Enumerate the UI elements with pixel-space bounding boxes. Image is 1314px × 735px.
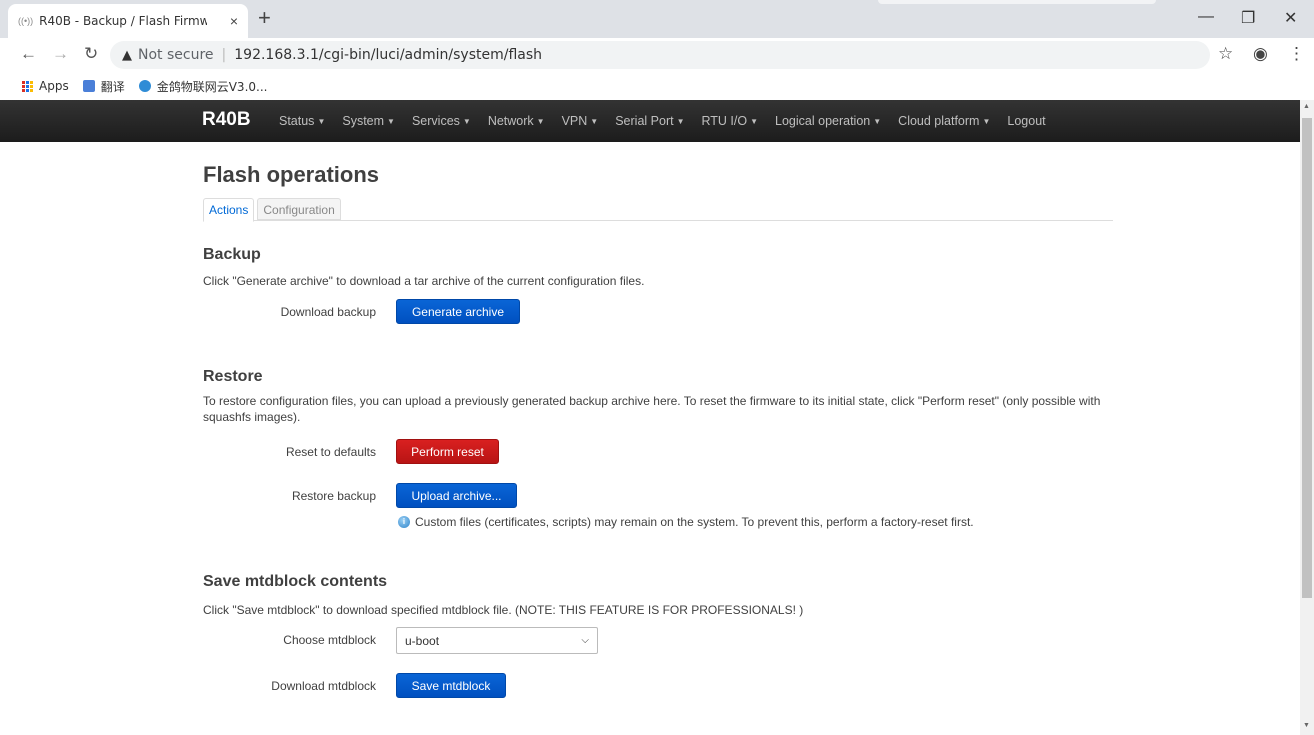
browser-tabstrip: ((•)) R40B - Backup / Flash Firmwar × + … xyxy=(0,0,1314,38)
top-navbar: R40B Status ▼ System ▼ Services ▼ Network ▼ … xyxy=(0,100,1300,142)
menu-logical-operation[interactable]: Logical operation ▼ xyxy=(775,114,881,128)
apps-grid-icon xyxy=(22,80,33,92)
save-mtdblock-button[interactable]: Save mtdblock xyxy=(396,673,506,698)
bookmark-star-icon[interactable]: ☆ xyxy=(1218,44,1233,64)
mtdblock-description: Click "Save mtdblock" to download specif… xyxy=(203,603,804,617)
back-arrow-icon[interactable]: ← xyxy=(20,44,37,64)
page-tabs: Actions Configuration xyxy=(203,198,1113,222)
download-mtdblock-label: Download mtdblock xyxy=(271,679,376,693)
main-menu: Status ▼ System ▼ Services ▼ Network ▼ VPN ▼ … xyxy=(279,100,1063,142)
tab-title: R40B - Backup / Flash Firmwar xyxy=(39,14,208,28)
menu-system[interactable]: System ▼ xyxy=(342,114,395,128)
tab-configuration[interactable]: Configuration xyxy=(257,198,341,220)
mtdblock-heading: Save mtdblock contents xyxy=(203,573,388,590)
restore-backup-label: Restore backup xyxy=(291,489,376,503)
browser-toolbar: ← → ↻ ▲ Not secure | 192.168.3.1/cgi-bin… xyxy=(0,38,1314,72)
mtdblock-select[interactable]: u-boot ⌵ xyxy=(396,627,598,654)
perform-reset-button[interactable]: Perform reset xyxy=(396,439,499,464)
chevron-down-icon: ⌵ xyxy=(581,635,589,646)
bookmark-cloud[interactable]: 金鸽物联网云V3.0... xyxy=(138,78,268,95)
forward-arrow-icon[interactable]: → xyxy=(52,44,69,64)
bookmarks-bar: Apps 翻译 金鸽物联网云V3.0... xyxy=(0,72,1314,100)
mtdblock-selected-value: u-boot xyxy=(405,633,440,648)
profile-avatar-icon[interactable]: ◉ xyxy=(1253,44,1268,64)
bookmark-label: Apps xyxy=(39,79,69,93)
caret-down-icon: ▼ xyxy=(317,117,326,126)
restore-window-icon[interactable]: ❐ xyxy=(1241,8,1255,28)
menu-vpn[interactable]: VPN ▼ xyxy=(562,114,599,128)
close-tab-icon[interactable]: × xyxy=(230,13,238,29)
menu-status[interactable]: Status ▼ xyxy=(279,114,325,128)
choose-mtdblock-label: Choose mtdblock xyxy=(283,633,376,647)
backup-heading: Backup xyxy=(203,246,261,263)
brand-logo[interactable]: R40B xyxy=(202,109,251,131)
tab-search-pill xyxy=(878,0,1156,4)
close-window-icon[interactable]: ✕ xyxy=(1284,8,1297,28)
page-title: Flash operations xyxy=(203,162,380,187)
backup-description: Click "Generate archive" to download a t… xyxy=(203,274,645,288)
translate-icon xyxy=(82,80,95,92)
reload-icon[interactable]: ↻ xyxy=(84,44,98,64)
info-icon: i xyxy=(398,516,410,528)
page-scrollbar[interactable]: ▲ ▼ xyxy=(1300,100,1314,735)
menu-network[interactable]: Network ▼ xyxy=(488,114,545,128)
restore-hint: i Custom files (certificates, scripts) m… xyxy=(398,515,974,529)
caret-down-icon: ▼ xyxy=(462,117,471,126)
bookmark-label: 翻译 xyxy=(100,79,125,94)
browser-tab[interactable]: ((•)) R40B - Backup / Flash Firmwar × xyxy=(8,4,248,38)
menu-cloud-platform[interactable]: Cloud platform ▼ xyxy=(898,114,990,128)
menu-logout[interactable]: Logout xyxy=(1007,114,1045,128)
restore-hint-text: Custom files (certificates, scripts) may… xyxy=(415,515,974,529)
generate-archive-button[interactable]: Generate archive xyxy=(396,299,520,324)
caret-down-icon: ▼ xyxy=(536,117,545,126)
caret-down-icon: ▼ xyxy=(750,117,759,126)
menu-services[interactable]: Services ▼ xyxy=(412,114,471,128)
reset-to-defaults-label: Reset to defaults xyxy=(285,445,376,459)
menu-serial-port[interactable]: Serial Port ▼ xyxy=(615,114,684,128)
caret-down-icon: ▼ xyxy=(590,117,599,126)
restore-description: To restore configuration files, you can … xyxy=(203,394,1101,424)
scroll-thumb[interactable] xyxy=(1302,118,1312,598)
caret-down-icon: ▼ xyxy=(676,117,685,126)
address-separator: | xyxy=(221,47,227,63)
restore-heading: Restore xyxy=(203,368,263,385)
caret-down-icon: ▼ xyxy=(387,117,395,126)
address-bar[interactable]: ▲ Not secure | 192.168.3.1/cgi-bin/luci/… xyxy=(110,41,1210,69)
scroll-down-arrow-icon[interactable]: ▼ xyxy=(1303,722,1310,729)
bookmark-translate[interactable]: 翻译 xyxy=(82,78,125,95)
wifi-favicon-icon: ((•)) xyxy=(18,16,34,26)
bookmark-apps[interactable]: Apps xyxy=(22,79,69,93)
minimize-icon[interactable]: — xyxy=(1198,8,1214,26)
new-tab-button[interactable]: + xyxy=(258,6,271,30)
download-backup-label: Download backup xyxy=(280,305,376,319)
menu-rtu-io[interactable]: RTU I/O ▼ xyxy=(702,114,759,128)
caret-down-icon: ▼ xyxy=(982,117,991,126)
menu-kebab-icon[interactable]: ⋮ xyxy=(1288,44,1305,64)
warning-triangle-icon: ▲ xyxy=(122,47,132,63)
upload-archive-button[interactable]: Upload archive... xyxy=(396,483,517,508)
security-label: Not secure xyxy=(138,47,214,63)
caret-down-icon: ▼ xyxy=(873,117,882,126)
tab-actions[interactable]: Actions xyxy=(203,198,255,222)
bookmark-label: 金鸽物联网云V3.0... xyxy=(156,79,268,94)
cloud-icon xyxy=(138,80,151,92)
scroll-up-arrow-icon[interactable]: ▲ xyxy=(1303,103,1310,110)
url-text: 192.168.3.1/cgi-bin/luci/admin/system/fl… xyxy=(234,47,543,63)
